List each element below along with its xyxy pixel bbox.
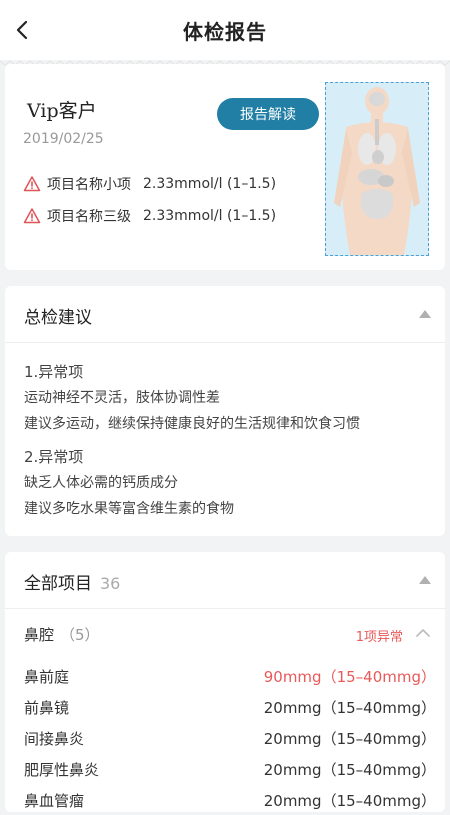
warning-icon xyxy=(23,176,41,192)
advice-header[interactable]: 总检建议 xyxy=(5,286,445,343)
items-count: 36 xyxy=(100,574,121,593)
advice-block: 1.异常项 运动神经不灵活，肢体协调性差 建议多运动，继续保持健康良好的生活规律… xyxy=(24,359,360,437)
exam-item-row[interactable]: 前鼻镜 20mmg（15–40mmg） xyxy=(24,692,436,722)
exam-item-row[interactable]: 鼻前庭 90mmg（15–40mmg） xyxy=(24,661,436,691)
section-title: 全部项目 36 xyxy=(24,574,121,594)
collapse-triangle-icon[interactable] xyxy=(419,310,431,318)
exam-item-row[interactable]: 间接鼻炎 20mmg（15–40mmg） xyxy=(24,723,436,753)
exam-item-value: 20mmg（15–40mmg） xyxy=(263,792,436,810)
exam-item-name: 鼻血管瘤 xyxy=(24,792,85,810)
back-button[interactable] xyxy=(6,14,38,46)
exam-item-name: 肥厚性鼻炎 xyxy=(24,761,100,779)
abnormal-item-name: 项目名称三级 xyxy=(47,209,131,225)
report-date: 2019/02/25 xyxy=(23,131,104,147)
chevron-up-icon[interactable] xyxy=(415,628,431,638)
advice-line: 建议多吃水果等富含维生素的食物 xyxy=(24,501,234,517)
advice-line: 建议多运动，继续保持健康良好的生活规律和饮食习惯 xyxy=(24,416,360,432)
advice-card: 总检建议 1.异常项 运动神经不灵活，肢体协调性差 建议多运动，继续保持健康良好… xyxy=(5,286,445,536)
advice-line: 运动神经不灵活，肢体协调性差 xyxy=(24,390,220,406)
section-title: 总检建议 xyxy=(24,308,92,328)
exam-item-value: 90mmg（15–40mmg） xyxy=(263,668,436,686)
exam-item-name: 间接鼻炎 xyxy=(24,730,85,748)
chevron-left-icon xyxy=(16,20,28,40)
report-interpret-button[interactable]: 报告解读 xyxy=(217,98,319,130)
item-group-header[interactable]: 鼻腔 （5） 1项异常 xyxy=(5,608,445,660)
exam-item-row[interactable]: 鼻血管瘤 20mmg（15–40mmg） xyxy=(24,785,436,815)
advice-block-head: 2.异常项 xyxy=(24,448,84,466)
group-abnormal-badge: 1项异常 xyxy=(355,630,403,645)
page-title: 体检报告 xyxy=(183,19,267,44)
exam-item-row[interactable]: 肥厚性鼻炎 20mmg（15–40mmg） xyxy=(24,754,436,784)
exam-item-value: 20mmg（15–40mmg） xyxy=(263,761,436,779)
customer-name: Vip客户 xyxy=(27,100,97,122)
group-name: 鼻腔 （5） xyxy=(24,626,100,644)
advice-block: 2.异常项 缺乏人体必需的钙质成分 建议多吃水果等富含维生素的食物 xyxy=(24,444,234,522)
abnormal-item-value: 2.33mmol/l (1–1.5) xyxy=(143,208,277,224)
all-items-header[interactable]: 全部项目 36 xyxy=(5,552,445,609)
exam-item-name: 前鼻镜 xyxy=(24,699,70,717)
summary-card: Vip客户 2019/02/25 报告解读 项目名称小项 2.33mmol/l … xyxy=(5,64,445,270)
exam-item-value: 20mmg（15–40mmg） xyxy=(263,730,436,748)
nav-bar: 体检报告 xyxy=(0,0,450,60)
abnormal-item: 项目名称三级 2.33mmol/l (1–1.5) xyxy=(23,206,276,226)
anatomy-illustration xyxy=(334,87,420,255)
exam-item-value: 20mmg（15–40mmg） xyxy=(263,699,436,717)
body-anatomy-image[interactable] xyxy=(325,82,429,256)
abnormal-item-value: 2.33mmol/l (1–1.5) xyxy=(143,176,277,192)
collapse-triangle-icon[interactable] xyxy=(419,576,431,584)
all-items-card: 全部项目 36 鼻腔 （5） 1项异常 鼻前庭 90mmg（15–40mmg） 前鼻… xyxy=(5,552,445,812)
group-count: （5） xyxy=(60,626,100,644)
exam-item-name: 鼻前庭 xyxy=(24,668,70,686)
abnormal-item-name: 项目名称小项 xyxy=(47,177,131,193)
abnormal-item: 项目名称小项 2.33mmol/l (1–1.5) xyxy=(23,174,276,194)
advice-line: 缺乏人体必需的钙质成分 xyxy=(24,475,178,491)
advice-block-head: 1.异常项 xyxy=(24,363,84,381)
warning-icon xyxy=(23,208,41,224)
